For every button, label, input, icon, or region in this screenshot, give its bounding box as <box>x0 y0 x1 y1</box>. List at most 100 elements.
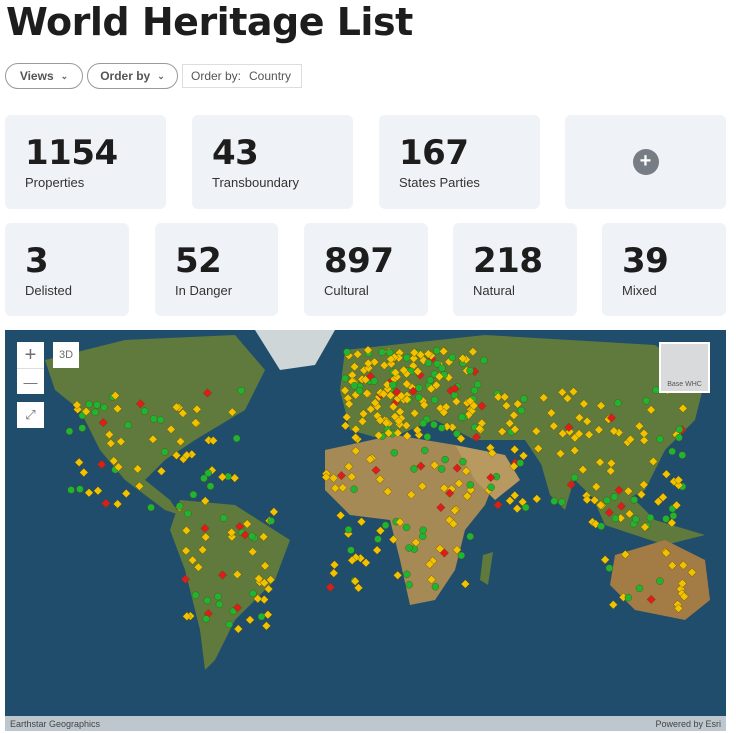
heritage-site-marker[interactable] <box>675 433 683 442</box>
heritage-site-marker[interactable] <box>635 584 644 593</box>
heritage-site-marker[interactable] <box>624 593 633 602</box>
heritage-site-marker[interactable] <box>344 525 353 534</box>
heritage-site-marker[interactable] <box>438 364 446 372</box>
heritage-site-marker[interactable] <box>76 485 84 493</box>
views-dropdown[interactable]: Views ⌄ <box>5 63 83 89</box>
heritage-site-marker[interactable] <box>74 457 84 467</box>
heritage-site-marker[interactable] <box>642 397 651 405</box>
heritage-site-marker[interactable] <box>421 446 429 455</box>
heritage-site-marker[interactable] <box>161 448 169 456</box>
heritage-site-marker[interactable] <box>214 592 222 601</box>
stat-card-in-danger[interactable]: 52 In Danger <box>155 223 278 316</box>
heritage-site-marker[interactable] <box>605 564 614 572</box>
heritage-site-marker[interactable] <box>261 621 271 631</box>
heritage-site-marker[interactable] <box>656 435 664 443</box>
heritage-site-marker[interactable] <box>91 408 99 417</box>
heritage-site-marker[interactable] <box>85 400 93 409</box>
heritage-site-marker[interactable] <box>389 381 397 389</box>
heritage-site-marker[interactable] <box>121 488 131 499</box>
stat-card-delisted[interactable]: 3 Delisted <box>5 223 129 316</box>
heritage-site-marker[interactable] <box>441 455 449 464</box>
heritage-site-marker[interactable] <box>113 499 123 509</box>
heritage-site-marker[interactable] <box>610 493 619 501</box>
heritage-site-marker[interactable] <box>386 348 394 357</box>
heritage-site-marker[interactable] <box>156 466 166 476</box>
heritage-site-marker[interactable] <box>191 591 200 599</box>
heritage-site-marker[interactable] <box>65 427 74 435</box>
heritage-site-marker[interactable] <box>78 424 86 432</box>
heritage-site-marker[interactable] <box>448 353 456 362</box>
plus-icon[interactable]: + <box>632 149 659 175</box>
heritage-site-marker[interactable] <box>460 579 470 589</box>
heritage-site-marker[interactable] <box>423 433 432 441</box>
heritage-site-marker[interactable] <box>84 488 94 498</box>
heritage-site-marker[interactable] <box>203 596 211 605</box>
zoom-out-button[interactable]: — <box>17 368 44 394</box>
heritage-site-marker[interactable] <box>219 514 228 522</box>
heritage-site-marker[interactable] <box>410 465 418 473</box>
heritage-site-marker[interactable] <box>480 356 488 365</box>
heritage-site-marker[interactable] <box>662 515 670 523</box>
heritage-site-marker[interactable] <box>248 532 256 540</box>
heritage-site-marker[interactable] <box>93 401 101 409</box>
heritage-site-marker[interactable] <box>510 445 520 455</box>
heritage-site-marker[interactable] <box>350 485 358 493</box>
3d-toggle-button[interactable]: 3D <box>53 342 79 368</box>
stat-card-natural[interactable]: 218 Natural <box>453 223 577 316</box>
heritage-site-marker[interactable] <box>419 532 427 541</box>
heritage-site-marker[interactable] <box>457 551 466 560</box>
heritage-site-marker[interactable] <box>516 459 524 467</box>
basemap-toggle[interactable]: Base WHC <box>659 342 710 393</box>
heritage-site-marker[interactable] <box>378 348 386 356</box>
heritage-site-marker[interactable] <box>329 560 340 570</box>
heritage-site-marker[interactable] <box>415 393 423 402</box>
heritage-site-marker[interactable] <box>101 498 111 508</box>
heritage-site-marker[interactable] <box>430 396 439 404</box>
stat-card-states-parties[interactable]: 167 States Parties <box>379 115 540 209</box>
heritage-site-marker[interactable] <box>215 600 224 609</box>
heritage-site-marker[interactable] <box>390 449 398 457</box>
heritage-site-marker[interactable] <box>459 458 467 466</box>
heritage-site-marker[interactable] <box>341 374 349 383</box>
heritage-site-marker[interactable] <box>611 514 620 523</box>
heritage-site-marker[interactable] <box>458 413 466 421</box>
heritage-site-marker[interactable] <box>269 507 279 517</box>
heritage-site-marker[interactable] <box>632 515 640 523</box>
heritage-site-marker[interactable] <box>432 346 441 355</box>
heritage-site-marker[interactable] <box>372 545 382 555</box>
heritage-site-marker[interactable] <box>430 420 438 429</box>
fullscreen-icon[interactable]: ⤢ <box>17 402 44 428</box>
heritage-site-marker[interactable] <box>675 425 684 434</box>
heritage-site-marker[interactable] <box>233 434 241 443</box>
heritage-site-marker[interactable] <box>558 498 566 506</box>
heritage-site-marker[interactable] <box>237 386 245 395</box>
heritage-site-marker[interactable] <box>325 582 335 592</box>
heritage-site-marker[interactable] <box>347 546 355 554</box>
heritage-site-marker[interactable] <box>184 509 192 518</box>
heritage-site-marker[interactable] <box>466 481 474 489</box>
heritage-site-marker[interactable] <box>233 624 243 634</box>
heritage-site-marker[interactable] <box>355 387 364 395</box>
heritage-site-marker[interactable] <box>175 502 184 510</box>
heritage-site-marker[interactable] <box>329 568 339 578</box>
heritage-site-marker[interactable] <box>424 359 433 367</box>
heritage-site-marker[interactable] <box>267 517 275 525</box>
heritage-site-marker[interactable] <box>517 406 525 415</box>
heritage-site-marker[interactable] <box>405 581 413 589</box>
heritage-site-marker[interactable] <box>470 386 479 395</box>
heritage-site-marker[interactable] <box>431 583 440 591</box>
heritage-site-marker[interactable] <box>230 473 240 483</box>
heritage-site-marker[interactable] <box>646 514 655 522</box>
heritage-site-marker[interactable] <box>519 451 529 461</box>
heritage-site-marker[interactable] <box>466 366 474 375</box>
attribution-right[interactable]: Powered by Esri <box>655 719 721 729</box>
heritage-site-marker[interactable] <box>603 496 611 505</box>
heritage-site-marker[interactable] <box>249 589 257 598</box>
heritage-site-marker[interactable] <box>520 395 528 403</box>
stat-card-cultural[interactable]: 897 Cultural <box>304 223 428 316</box>
heritage-site-marker[interactable] <box>597 522 605 530</box>
heritage-site-marker[interactable] <box>474 380 482 389</box>
heritage-site-marker[interactable] <box>257 612 266 621</box>
heritage-site-marker[interactable] <box>225 620 233 629</box>
heritage-site-marker[interactable] <box>403 354 411 362</box>
